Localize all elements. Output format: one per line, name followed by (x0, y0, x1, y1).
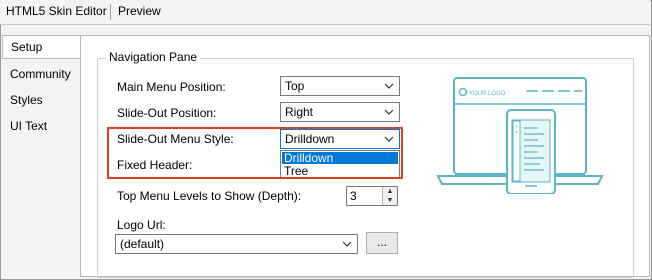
menubar-separator (110, 4, 111, 20)
logo-url-label: Logo Url: (117, 218, 166, 232)
top-menu-levels-spinner[interactable]: 3 ▲ ▼ (346, 186, 398, 206)
logo-url-select[interactable]: (default) (115, 234, 358, 254)
app-title: HTML5 Skin Editor (6, 4, 107, 18)
layout-preview-illustration: YOUR LOGO (436, 77, 604, 194)
tab-setup[interactable]: Setup (2, 35, 89, 59)
tab-community[interactable]: Community (0, 63, 71, 85)
browse-button[interactable]: ... (366, 232, 398, 254)
logo-url-value: (default) (120, 237, 165, 251)
top-menu-levels-label: Top Menu Levels to Show (Depth): (117, 189, 302, 203)
slide-out-position-label: Slide-Out Position: (117, 106, 217, 120)
chevron-down-icon (384, 109, 394, 115)
navigation-pane-legend: Navigation Pane (106, 50, 201, 64)
chevron-down-icon (342, 241, 352, 247)
tab-ui-text[interactable]: UI Text (0, 115, 47, 137)
main-menu-position-value: Top (285, 79, 305, 93)
preview-menu[interactable]: Preview (118, 4, 161, 18)
main-menu-position-select[interactable]: Top (280, 76, 400, 96)
chevron-down-icon (384, 83, 394, 89)
tab-styles[interactable]: Styles (0, 89, 43, 111)
main-menu-position-label: Main Menu Position: (117, 80, 226, 94)
highlight-callout (107, 127, 403, 179)
slide-out-position-select[interactable]: Right (280, 102, 400, 122)
preview-logo-text: YOUR LOGO (469, 91, 506, 97)
top-menu-levels-value: 3 (350, 189, 357, 203)
spin-down-icon[interactable]: ▼ (382, 196, 397, 205)
slide-out-position-value: Right (285, 105, 314, 119)
menubar: HTML5 Skin Editor Preview (0, 0, 650, 25)
